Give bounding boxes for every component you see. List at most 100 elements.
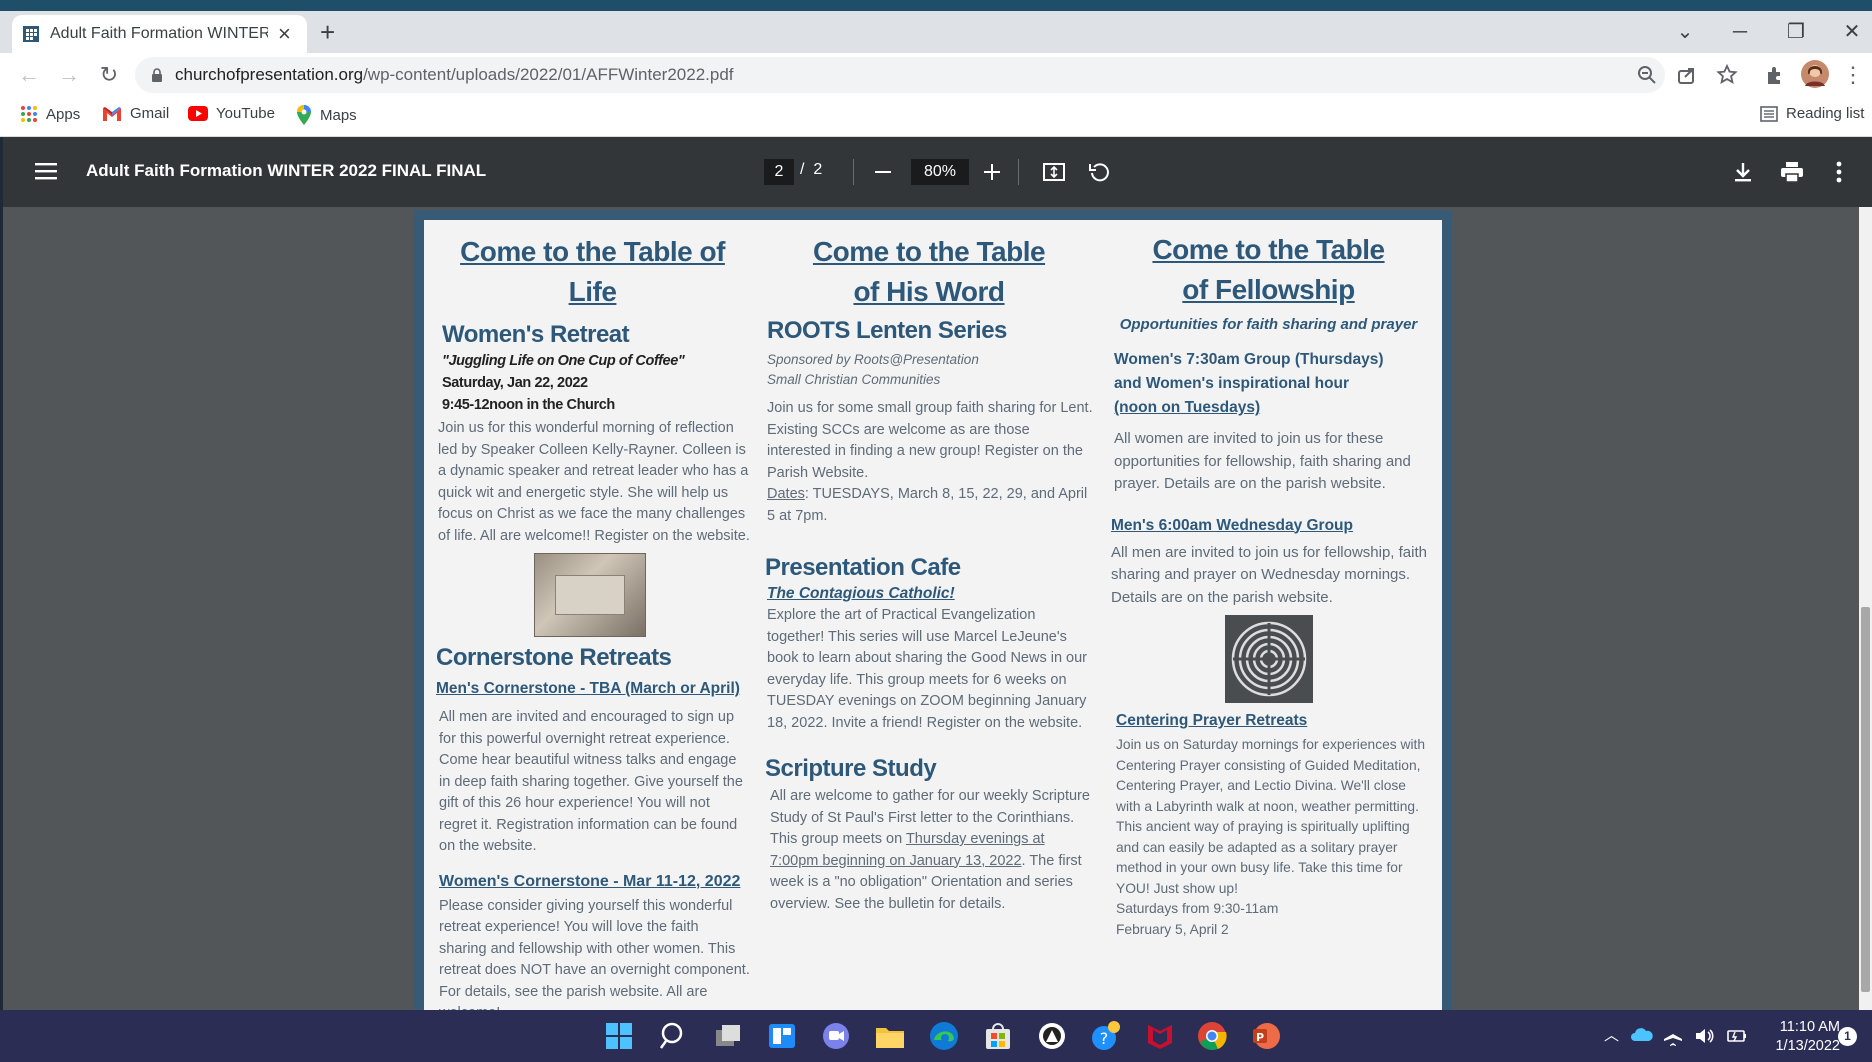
apps-grid-icon bbox=[21, 106, 37, 122]
tab-active[interactable]: Adult Faith Formation WINTER 2022 FINAL … bbox=[12, 15, 307, 53]
tab-strip: Adult Faith Formation WINTER 2022 FINAL … bbox=[0, 11, 1872, 53]
volume-icon[interactable] bbox=[1694, 1025, 1716, 1047]
mens-cornerstone-link[interactable]: Men's Cornerstone - TBA (March or April) bbox=[430, 677, 750, 701]
restore-icon[interactable]: ❐ bbox=[1776, 17, 1816, 47]
youtube-icon bbox=[188, 106, 208, 121]
pdf-scrollbar[interactable] bbox=[1859, 207, 1872, 1010]
screen: Adult Faith Formation WINTER 2022 FINAL … bbox=[0, 0, 1872, 1062]
extensions-icon[interactable] bbox=[1764, 64, 1786, 86]
page-separator: / bbox=[800, 161, 805, 178]
chrome-menu-icon[interactable]: ⋮ bbox=[1838, 60, 1868, 90]
airplane-mode-icon[interactable] bbox=[1662, 1025, 1684, 1047]
roots-sponsor-line1: Sponsored by Roots@Presentation bbox=[767, 352, 979, 367]
cafe-subtitle[interactable]: The Contagious Catholic! bbox=[764, 583, 1094, 605]
new-tab-icon[interactable]: + bbox=[320, 19, 335, 45]
get-help-icon[interactable]: ? bbox=[1090, 1020, 1122, 1052]
bookmark-maps[interactable]: Maps bbox=[296, 105, 357, 125]
mens-group-link[interactable]: Men's 6:00am Wednesday Group bbox=[1106, 514, 1431, 538]
pdf-toolbar: Adult Faith Formation WINTER 2022 FINAL … bbox=[3, 137, 1872, 207]
pdf-more-icon[interactable] bbox=[1836, 161, 1842, 183]
forward-icon[interactable]: → bbox=[54, 60, 84, 90]
womens-cornerstone-link[interactable]: Women's Cornerstone - Mar 11-12, 2022 bbox=[430, 870, 750, 894]
tray-overflow-icon[interactable]: ︿ bbox=[1604, 1024, 1619, 1045]
system-clock[interactable]: 11:10 AM 1/13/2022 bbox=[1764, 1018, 1840, 1056]
bookmark-apps[interactable]: Apps bbox=[20, 105, 80, 123]
app-white-circle-icon[interactable] bbox=[1036, 1020, 1068, 1052]
tab-title: Adult Faith Formation WINTER 2022 FINAL … bbox=[50, 25, 268, 42]
bookmark-label: Maps bbox=[320, 106, 357, 124]
rotate-icon[interactable] bbox=[1088, 161, 1110, 183]
scrollbar-thumb[interactable] bbox=[1861, 607, 1870, 992]
notification-badge[interactable]: 1 bbox=[1838, 1027, 1857, 1046]
powerpoint-icon[interactable]: P bbox=[1250, 1020, 1282, 1052]
divider bbox=[1018, 159, 1019, 185]
reading-list-label: Reading list bbox=[1786, 105, 1865, 122]
womens-cornerstone-body: Please consider giving yourself this won… bbox=[439, 897, 750, 1011]
roots-dates-text: : TUESDAYS, March 8, 15, 22, 29, and Apr… bbox=[767, 486, 1088, 524]
centering-prayer-dates: February 5, April 2 bbox=[1116, 921, 1229, 937]
col2-heading-line2: of His Word bbox=[853, 276, 1005, 307]
chrome-icon[interactable] bbox=[1196, 1020, 1228, 1052]
teams-chat-icon[interactable] bbox=[820, 1020, 852, 1052]
widgets-icon[interactable] bbox=[766, 1020, 798, 1052]
bookmark-gmail[interactable]: Gmail bbox=[102, 105, 169, 122]
womens-retreat-date: Saturday, Jan 22, 2022 bbox=[442, 375, 588, 391]
profile-avatar[interactable] bbox=[1801, 60, 1829, 88]
pdf-viewport[interactable]: Come to the Table of Life Women's Retrea… bbox=[3, 207, 1872, 1010]
scripture-title: Scripture Study bbox=[765, 755, 937, 782]
womens-group-line2: and Women's inspirational hour bbox=[1114, 375, 1350, 392]
page-total-number: 2 bbox=[813, 161, 823, 178]
url-host: churchofpresentation.org bbox=[175, 65, 364, 84]
mcafee-icon[interactable] bbox=[1144, 1020, 1176, 1052]
roots-body: Join us for some small group faith shari… bbox=[767, 400, 1093, 481]
roots-title: ROOTS Lenten Series bbox=[767, 317, 1007, 344]
svg-text:P: P bbox=[1256, 1031, 1264, 1044]
centering-prayer-body: Join us on Saturday mornings for experie… bbox=[1116, 737, 1426, 896]
address-bar[interactable]: churchofpresentation.org/wp-content/uplo… bbox=[135, 57, 1738, 93]
zoom-out-icon[interactable] bbox=[875, 164, 891, 180]
close-window-icon[interactable]: ✕ bbox=[1832, 17, 1872, 47]
pdf-favicon-icon bbox=[23, 26, 39, 42]
bookmark-youtube[interactable]: YouTube bbox=[188, 105, 275, 122]
labyrinth-image bbox=[1224, 615, 1313, 703]
toolbar: ← → ↻ churchofpresentation.org/wp-conten… bbox=[0, 53, 1872, 97]
share-icon[interactable] bbox=[1675, 63, 1699, 87]
minimize-icon[interactable]: ─ bbox=[1720, 17, 1760, 47]
pdf-page: Come to the Table of Life Women's Retrea… bbox=[414, 210, 1452, 1010]
back-icon[interactable]: ← bbox=[14, 60, 44, 90]
roots-sponsor-line2: Small Christian Communities bbox=[767, 372, 941, 387]
tab-close-icon[interactable]: × bbox=[278, 23, 291, 45]
zoom-icon[interactable] bbox=[1635, 63, 1659, 87]
windows-start-icon[interactable] bbox=[603, 1020, 635, 1052]
maps-pin-icon bbox=[297, 105, 311, 125]
clock-time: 11:10 AM bbox=[1779, 1019, 1840, 1035]
reading-list[interactable]: Reading list bbox=[1760, 105, 1864, 122]
bookmark-label: YouTube bbox=[216, 105, 275, 122]
search-icon[interactable] bbox=[658, 1020, 690, 1052]
lock-icon bbox=[152, 68, 162, 82]
zoom-level-input[interactable]: 80% bbox=[911, 159, 969, 185]
clock-date: 1/13/2022 bbox=[1775, 1038, 1840, 1054]
gmail-icon bbox=[103, 106, 121, 121]
page-number-input[interactable]: 2 bbox=[764, 159, 794, 185]
store-icon[interactable] bbox=[982, 1020, 1014, 1052]
fellowship-tagline: Opportunities for faith sharing and pray… bbox=[1119, 316, 1418, 333]
onedrive-icon[interactable] bbox=[1630, 1025, 1654, 1045]
edge-icon[interactable] bbox=[928, 1020, 960, 1052]
col1-heading: Come to the Table of Life bbox=[460, 236, 725, 307]
fit-to-page-icon[interactable] bbox=[1043, 161, 1065, 183]
hamburger-menu-icon[interactable] bbox=[35, 162, 57, 180]
task-view-icon[interactable] bbox=[712, 1020, 744, 1052]
col2-heading-line1: Come to the Table bbox=[812, 236, 1046, 267]
file-explorer-icon[interactable] bbox=[874, 1020, 906, 1052]
zoom-in-icon[interactable] bbox=[984, 164, 1000, 180]
centering-prayer-link[interactable]: Centering Prayer Retreats bbox=[1106, 709, 1431, 733]
tab-search-chevron-icon[interactable]: ⌄ bbox=[1665, 17, 1705, 47]
cafe-body: Explore the art of Practical Evangelizat… bbox=[767, 607, 1088, 731]
bookmarks-bar: Apps Gmail YouTube Maps Reading list bbox=[0, 97, 1872, 137]
battery-icon[interactable] bbox=[1726, 1025, 1748, 1047]
print-icon[interactable] bbox=[1780, 161, 1804, 183]
download-icon[interactable] bbox=[1733, 161, 1753, 183]
reload-icon[interactable]: ↻ bbox=[94, 60, 124, 90]
bookmark-star-icon[interactable] bbox=[1715, 63, 1739, 87]
